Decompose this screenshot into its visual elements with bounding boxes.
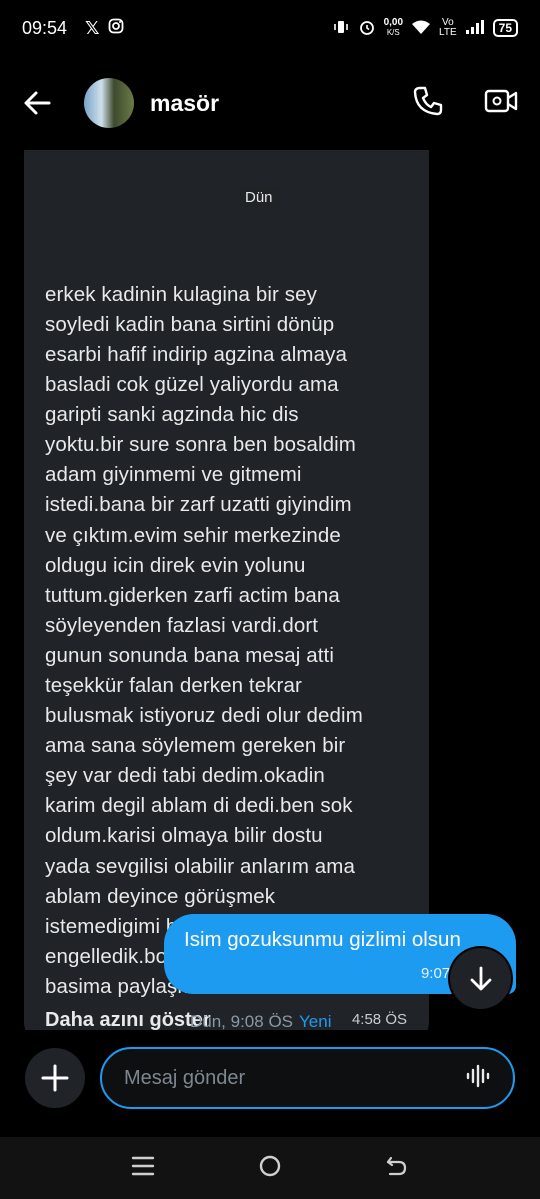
incoming-message-time: 4:58 ÖS — [351, 1011, 407, 1028]
vibrate-icon — [332, 18, 350, 39]
avatar[interactable] — [84, 78, 134, 128]
message-list[interactable]: erkek kadinin kulagina bir sey soyledi k… — [0, 150, 540, 1030]
menu-icon — [132, 1156, 155, 1175]
net-speed-unit: K/S — [386, 28, 400, 37]
recent-apps-button[interactable] — [131, 1155, 155, 1182]
net-speed-value: 0,00 — [383, 17, 404, 28]
instagram-icon — [108, 18, 124, 39]
back-nav-icon — [386, 1156, 406, 1175]
back-button[interactable] — [22, 83, 62, 123]
incoming-message-text: erkek kadinin kulagina bir sey soyledi k… — [45, 282, 363, 998]
battery-indicator: 75 — [492, 19, 518, 37]
contact-name[interactable]: masör — [150, 90, 219, 117]
back-nav-button[interactable] — [385, 1154, 409, 1183]
message-composer — [0, 1045, 540, 1115]
incoming-message-bubble[interactable]: erkek kadinin kulagina bir sey soyledi k… — [24, 150, 429, 1030]
message-input[interactable] — [124, 1066, 465, 1090]
volte-bottom: LTE — [439, 27, 457, 38]
chat-header: masör — [0, 56, 540, 150]
outgoing-message-text: Isim gozuksunmu gizlimi olsun — [184, 928, 461, 951]
home-circle-icon — [259, 1155, 281, 1176]
network-speed: 0,00 K/S — [384, 18, 403, 38]
voice-waveform-icon — [466, 1064, 490, 1087]
x-app-icon: 𝕏 — [85, 17, 100, 38]
phone-icon — [413, 86, 443, 115]
message-input-container[interactable] — [100, 1047, 515, 1109]
video-call-icon — [484, 89, 518, 112]
add-media-button[interactable] — [25, 1048, 85, 1108]
arrow-down-icon — [470, 966, 491, 990]
status-bar: 09:54 𝕏 0,00 K/S Vo LTE 75 — [0, 0, 540, 56]
home-button[interactable] — [258, 1154, 282, 1183]
alarm-icon — [358, 18, 376, 39]
volte-indicator: Vo LTE — [439, 18, 457, 38]
system-navigation-bar — [0, 1137, 540, 1199]
signal-icon — [465, 19, 485, 38]
show-less-button[interactable]: Daha azını göster — [45, 1009, 211, 1030]
scroll-to-bottom-button[interactable] — [450, 948, 511, 1009]
wifi-icon — [411, 19, 431, 38]
read-receipt-time: Dün, 9:08 ÖS — [190, 1012, 294, 1030]
voice-message-button[interactable] — [465, 1063, 491, 1094]
day-divider: Dün — [239, 187, 279, 208]
read-receipt: Dün, 9:08 ÖS Yeni — [190, 1012, 331, 1030]
back-arrow-icon — [24, 91, 51, 115]
status-time: 09:54 — [22, 17, 68, 38]
new-label: Yeni — [299, 1012, 332, 1030]
phone-call-button[interactable] — [412, 85, 444, 122]
plus-icon — [41, 1064, 69, 1092]
video-call-button[interactable] — [484, 87, 518, 120]
